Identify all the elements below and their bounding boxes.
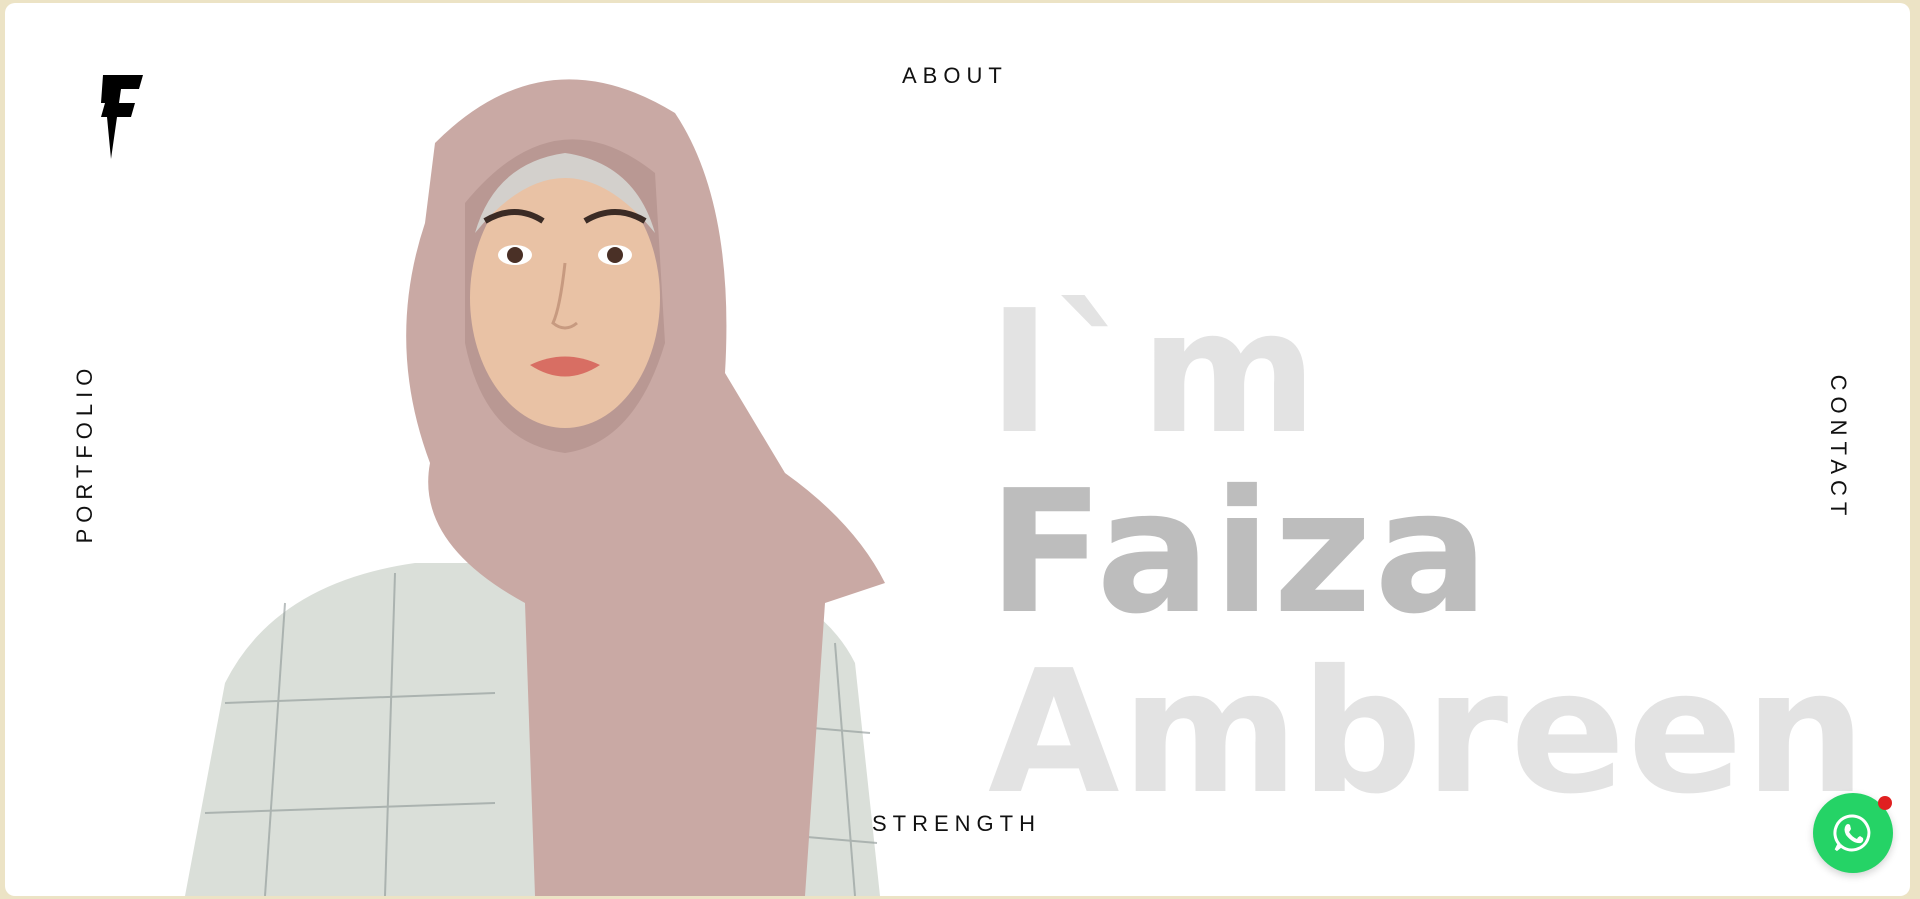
headline-line-3: Ambreen xyxy=(988,634,1868,832)
headline-line-2: Faiza xyxy=(988,454,1491,652)
nav-portfolio[interactable]: PORTFOLIO xyxy=(72,363,98,544)
site-logo[interactable] xyxy=(99,73,145,161)
headline-line-1: I`m xyxy=(988,274,1320,472)
lightning-f-logo-icon xyxy=(101,75,143,159)
portrait-photo xyxy=(185,79,885,896)
notification-dot xyxy=(1878,796,1892,810)
nav-strength[interactable]: STRENGTH xyxy=(872,811,1041,837)
whatsapp-icon xyxy=(1833,814,1871,852)
hero-headline: I`m Faiza Ambreen xyxy=(988,283,1868,823)
nav-contact[interactable]: CONTACT xyxy=(1825,375,1851,522)
page-frame: ABOUT I`m Faiza Ambreen PORTFOLIO CONTAC… xyxy=(5,3,1910,896)
